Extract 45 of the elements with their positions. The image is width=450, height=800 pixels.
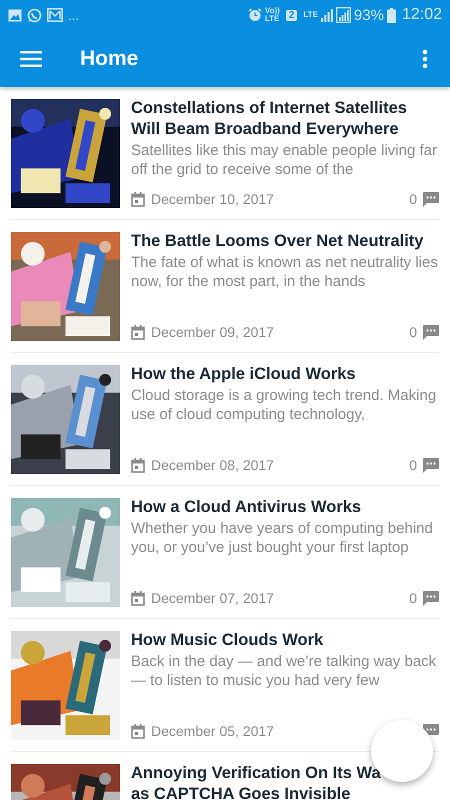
article-title[interactable]: How Music Clouds Work (131, 630, 439, 651)
alarm-icon (248, 8, 262, 22)
comment-count: 0 (409, 324, 417, 340)
more-notifications: ... (68, 8, 79, 22)
sim-badge: 2 (286, 10, 298, 20)
image-icon (8, 8, 22, 22)
comment-icon (423, 324, 439, 340)
article-date: December 10, 2017 (151, 191, 274, 207)
comment-icon (423, 192, 439, 206)
article-title[interactable]: as CAPTCHA Goes Invisible (131, 784, 439, 800)
mail-icon (47, 8, 63, 22)
comment-count: 0 (409, 590, 417, 606)
calendar-icon (131, 324, 145, 340)
chat-icon (27, 8, 42, 22)
calendar-icon (131, 724, 145, 738)
article-title[interactable]: Annoying Verification On Its Wa (131, 763, 439, 784)
signal-icon (336, 7, 351, 23)
article-date: December 08, 2017 (151, 457, 274, 473)
comment-icon (423, 590, 439, 606)
article-title[interactable]: The Battle Looms Over Net Neutrality (131, 231, 439, 252)
calendar-icon (131, 192, 145, 206)
signal-icon (320, 8, 333, 22)
comment-count: 0 (409, 457, 417, 473)
calendar-icon (131, 590, 145, 606)
article-summary: Whether you have years of computing behind you, or you’ve just bought your first laptop (131, 519, 434, 557)
article-summary: Cloud storage is a growing tech trend. Making use of cloud computing technology, (131, 386, 438, 424)
article-date: December 05, 2017 (151, 723, 274, 739)
article-date: December 09, 2017 (151, 324, 274, 340)
article-title[interactable]: How the Apple iCloud Works (131, 364, 439, 385)
battery-percent: 93% (354, 6, 384, 24)
comment-count: 0 (409, 191, 417, 207)
calendar-icon (131, 458, 145, 472)
volte-label: LTE (264, 15, 280, 23)
article-date: December 07, 2017 (151, 590, 274, 606)
article-title[interactable]: How a Cloud Antivirus Works (131, 497, 439, 518)
volte-label: Vo)) (264, 7, 280, 15)
article-summary: The fate of what is known as net neutrality lies now, for the most part, in the hands (131, 253, 439, 291)
article-summary: Back in the day — and we’re talking way back — to listen to music you had very few (131, 652, 438, 690)
article-title[interactable]: Constellations of Internet Satellites Will Beam Broadband Everywhere (131, 98, 439, 140)
article-summary: Satellites like this may enable people living far off the grid to receive some of the (131, 141, 438, 179)
comment-icon (423, 458, 439, 472)
battery-icon (386, 8, 396, 22)
network-label: LTE (303, 10, 318, 19)
page-title: Home (80, 46, 138, 70)
clock: 12:02 (402, 6, 442, 24)
